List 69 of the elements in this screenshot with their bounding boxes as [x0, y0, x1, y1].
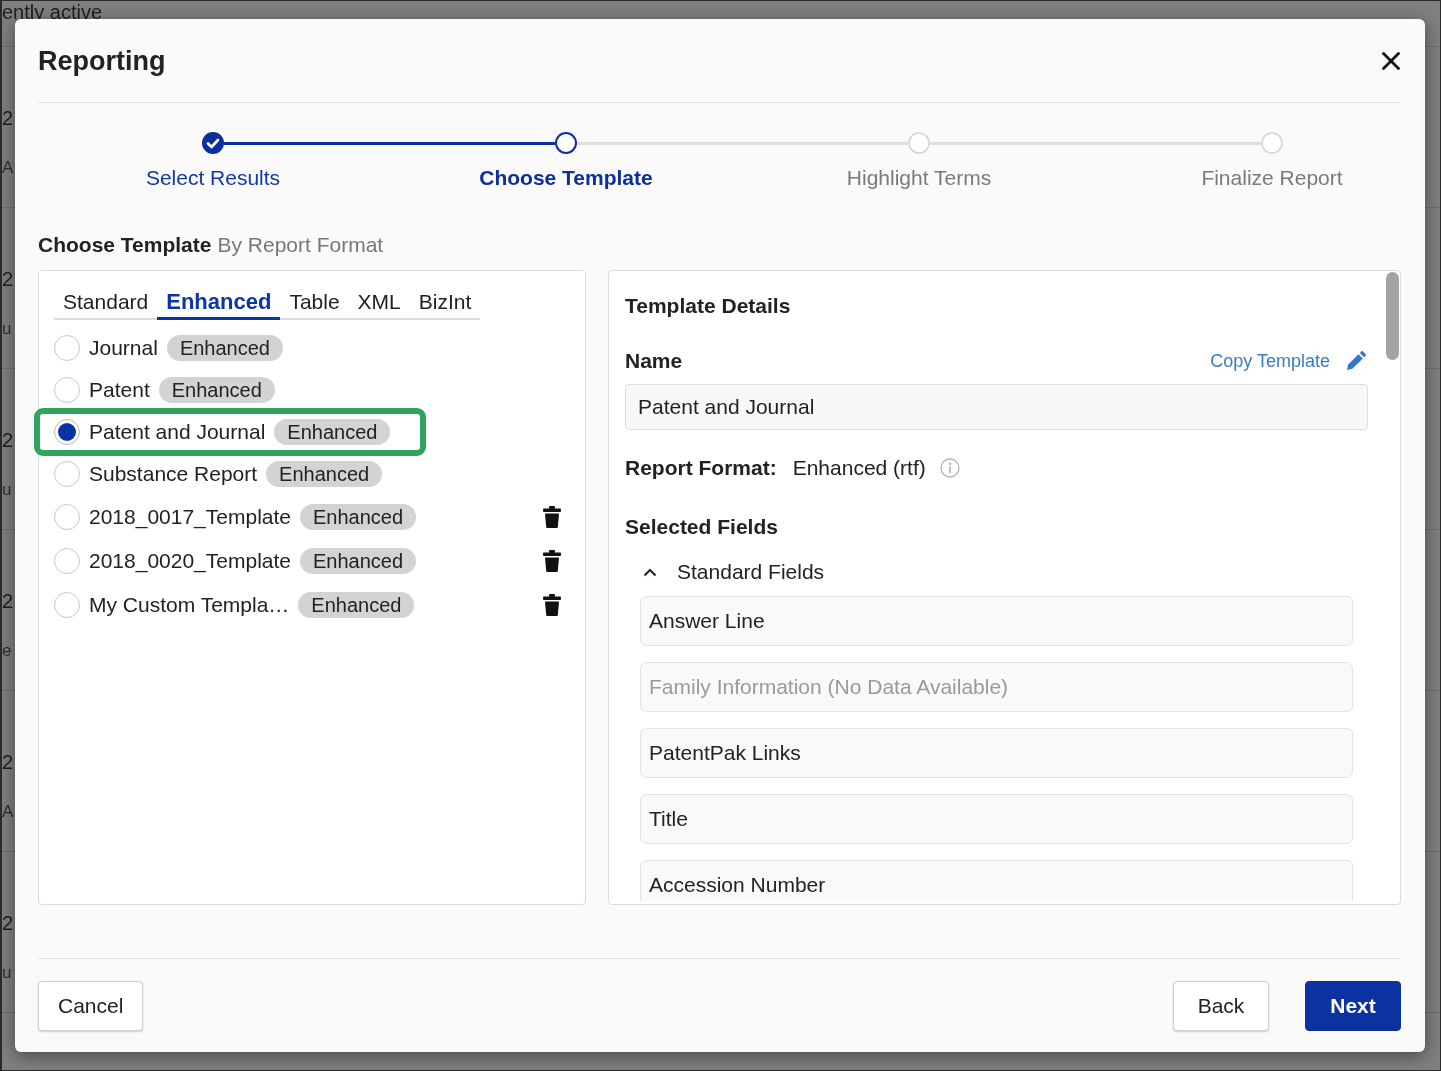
format-tab[interactable]: XML	[348, 288, 410, 320]
template-name: 2018_0017_Template	[89, 504, 291, 531]
primary-button[interactable]: Next	[1305, 981, 1401, 1031]
name-field[interactable]: Patent and Journal	[625, 384, 1368, 430]
radio-button[interactable]	[54, 377, 80, 403]
format-badge: Enhanced	[300, 548, 417, 574]
trash-icon[interactable]	[543, 550, 561, 572]
radio-button[interactable]	[54, 592, 80, 618]
template-name: My Custom Templa…	[89, 592, 290, 618]
template-name: 2018_0020_Template	[89, 548, 291, 575]
format-badge: Enhanced	[158, 377, 275, 403]
radio-button[interactable]	[54, 419, 80, 445]
template-name: Patent and Journal	[89, 419, 266, 445]
format-badge: Enhanced	[166, 335, 283, 361]
background-text: 2	[2, 106, 14, 130]
caret-up-icon[interactable]	[643, 567, 657, 577]
background-text: u	[2, 479, 12, 501]
format-tab[interactable]: BizInt	[409, 288, 481, 320]
step-label: Finalize Report	[1201, 165, 1343, 191]
format-badge: Enhanced	[300, 504, 417, 530]
format-tab[interactable]: Enhanced	[157, 288, 281, 320]
footer-button[interactable]: Back	[1173, 981, 1269, 1031]
radio-button[interactable]	[54, 335, 80, 361]
field-item[interactable]: Title	[640, 794, 1353, 844]
template-name: Substance Report	[89, 461, 258, 487]
field-item[interactable]: Accession Number	[640, 860, 1353, 901]
template-name: Journal	[89, 335, 158, 361]
dialog-title: Reporting	[38, 44, 166, 78]
format-tab[interactable]: Standard	[54, 288, 158, 320]
field-item: Family Information (No Data Available)	[640, 662, 1353, 712]
format-badge: Enhanced	[266, 461, 383, 487]
field-item[interactable]: PatentPak Links	[640, 728, 1353, 778]
step-label: Choose Template	[479, 165, 653, 191]
panel-title: Template Details	[625, 293, 792, 319]
copy-template-link[interactable]: Copy Template	[1210, 349, 1330, 373]
format-tab[interactable]: Table	[280, 288, 349, 320]
info-icon[interactable]	[939, 458, 960, 478]
radio-button[interactable]	[54, 504, 80, 530]
section-subtitle: By Report Format	[217, 232, 384, 258]
radio-button[interactable]	[54, 548, 80, 574]
background-text: 2	[2, 428, 14, 452]
background-text: 2	[2, 911, 14, 935]
field-item[interactable]: Answer Line	[640, 596, 1353, 646]
background-text: u	[2, 318, 12, 340]
background-text: 2	[2, 589, 14, 613]
background-text: e	[2, 640, 12, 662]
trash-icon[interactable]	[543, 594, 561, 616]
background-text: 2	[2, 750, 14, 774]
trash-icon[interactable]	[543, 506, 561, 528]
background-text: u	[2, 962, 12, 984]
scrollbar-thumb[interactable]	[1386, 272, 1399, 360]
step-label: Highlight Terms	[846, 165, 992, 191]
step-label: Select Results	[145, 165, 281, 191]
section-label: Selected Fields	[625, 514, 779, 540]
format-badge: Enhanced	[298, 592, 415, 618]
format-value: Enhanced (rtf)	[792, 455, 926, 481]
background-text: A	[2, 801, 14, 823]
field-label: Report Format:	[625, 455, 777, 481]
footer-button[interactable]: Cancel	[38, 981, 144, 1031]
format-badge: Enhanced	[274, 419, 391, 445]
pencil-icon[interactable]	[1346, 351, 1366, 371]
background-text: 2	[2, 267, 14, 291]
group-label: Standard Fields	[677, 559, 825, 585]
close-icon[interactable]	[1382, 51, 1400, 70]
field-label: Name	[625, 348, 683, 374]
radio-button[interactable]	[54, 461, 80, 487]
section-title: Choose Template	[38, 232, 212, 258]
template-name: Patent	[89, 377, 150, 403]
background-text: A	[2, 157, 14, 179]
